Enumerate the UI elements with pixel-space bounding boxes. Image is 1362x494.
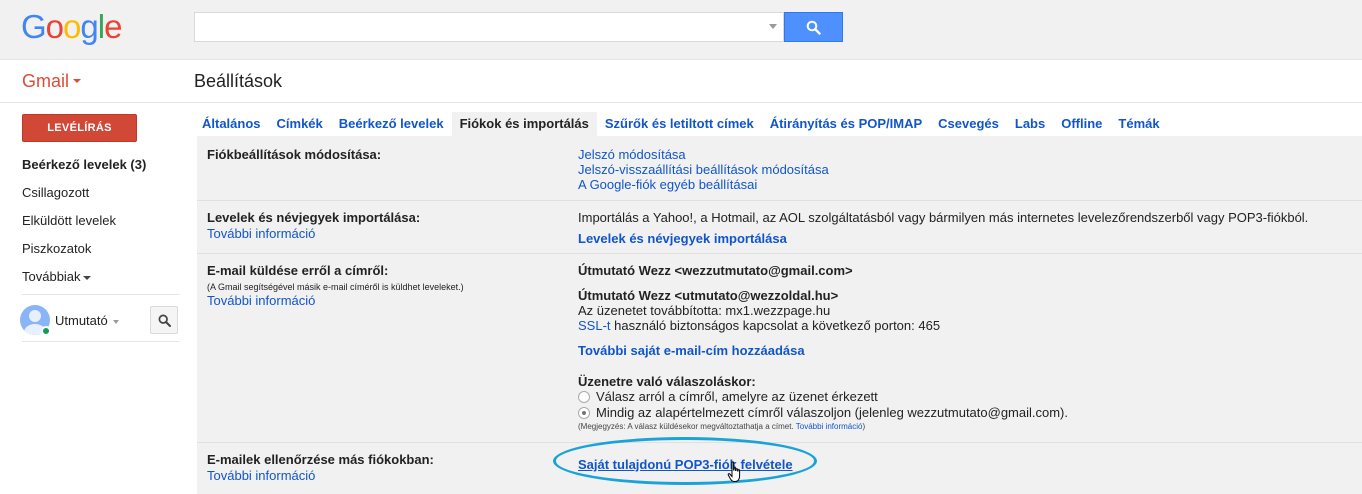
tab-labs[interactable]: Labs <box>1007 112 1053 136</box>
page-title: Beállítások <box>194 71 283 91</box>
search-options-chevron-icon[interactable] <box>769 24 777 29</box>
settings-row-import: Levelek és névjegyek importálása: Tovább… <box>197 200 1362 253</box>
sidebar-divider <box>22 341 179 342</box>
chevron-down-icon <box>82 275 91 280</box>
search-button[interactable] <box>784 12 843 42</box>
sidebar-item-drafts[interactable]: Piszkozatok <box>0 235 180 263</box>
gmail-menu[interactable]: Gmail <box>22 70 82 92</box>
sidebar-item-label: Beérkező levelek (3) <box>22 157 147 172</box>
reply-option-default[interactable]: Mindig az alapértelmezett címről válaszo… <box>578 405 1358 421</box>
google-account-settings-link[interactable]: A Google-fiók egyéb beállításai <box>578 177 1358 192</box>
chat-user-row: Utmutató <box>20 305 180 336</box>
tab-accounts-import[interactable]: Fiókok és importálás <box>451 112 597 136</box>
search-box[interactable] <box>194 12 784 42</box>
sidebar-item-more[interactable]: Továbbiak <box>0 263 180 291</box>
chevron-down-icon <box>73 78 82 83</box>
reply-note-end: ) <box>862 422 866 431</box>
ssl-link[interactable]: SSL-t <box>578 318 611 333</box>
reply-note-text: (Megjegyzés: A válasz küldésekor megvált… <box>578 422 794 431</box>
send-as-address-primary: Útmutató Wezz <wezzutmutato@gmail.com> <box>578 263 853 278</box>
gmail-label: Gmail <box>22 71 70 91</box>
radio-button[interactable] <box>578 391 590 403</box>
sidebar-nav: Beérkező levelek (3) Csillagozott Elküld… <box>0 151 180 291</box>
learn-more-link[interactable]: További információ <box>796 422 863 431</box>
learn-more-link[interactable]: További információ <box>207 468 567 483</box>
sidebar-item-sent[interactable]: Elküldött levelek <box>0 207 180 235</box>
sidebar-item-label: Elküldött levelek <box>22 213 116 228</box>
sidebar-item-inbox[interactable]: Beérkező levelek (3) <box>0 151 180 179</box>
tab-filters[interactable]: Szűrők és letiltott címek <box>597 112 762 136</box>
row-label: Levelek és névjegyek importálása: <box>207 210 421 225</box>
reply-heading: Üzenetre való válaszoláskor: <box>578 374 756 389</box>
chat-user-label: Utmutató <box>55 313 108 328</box>
send-as-address-secondary: Útmutató Wezz <utmutato@wezzoldal.hu> <box>578 288 839 303</box>
logo-letter: o <box>63 8 81 45</box>
tab-themes[interactable]: Témák <box>1110 112 1167 136</box>
logo-letter: G <box>21 8 47 45</box>
radio-label: Mindig az alapértelmezett címről válaszo… <box>596 405 1068 420</box>
chat-user-name[interactable]: Utmutató <box>55 313 119 328</box>
import-mail-contacts-link[interactable]: Levelek és névjegyek importálása <box>578 231 1358 246</box>
settings-row-check-mail: E-mailek ellenőrzése más fiókokban: Tová… <box>197 442 1362 494</box>
row-label: Fiókbeállítások módosítása: <box>207 147 382 162</box>
sidebar-divider <box>22 294 179 295</box>
reply-option-received[interactable]: Válasz arról a címről, amelyre az üzenet… <box>578 389 1358 405</box>
ssl-text: használó biztonságos kapcsolat a követke… <box>610 318 941 333</box>
logo-letter: o <box>45 8 64 45</box>
import-description: Importálás a Yahoo!, a Hotmail, az AOL s… <box>578 210 1309 225</box>
add-pop3-account-link[interactable]: Saját tulajdonú POP3-fiók felvétele <box>578 457 1358 472</box>
tab-labels[interactable]: Címkék <box>269 112 331 136</box>
radio-button-selected[interactable] <box>578 407 590 419</box>
learn-more-link[interactable]: További információ <box>207 226 567 241</box>
sidebar-item-label: Piszkozatok <box>22 241 92 256</box>
password-recovery-link[interactable]: Jelszó-visszaállítási beállítások módosí… <box>578 162 1358 177</box>
search-icon <box>806 20 821 35</box>
settings-panel: Fiókbeállítások módosítása: Jelszó módos… <box>197 136 1362 494</box>
tab-general[interactable]: Általános <box>194 112 269 136</box>
send-as-note: (A Gmail segítségével másik e-mail címér… <box>207 282 464 292</box>
settings-row-send-as: E-mail küldése erről a címről: (A Gmail … <box>197 253 1362 442</box>
top-bar: Google <box>0 0 1362 60</box>
radio-label: Válasz arról a címről, amelyre az üzenet… <box>596 389 878 404</box>
header-divider <box>0 102 1362 103</box>
tab-chat[interactable]: Csevegés <box>930 112 1007 136</box>
add-email-address-link[interactable]: További saját e-mail-cím hozzáadása <box>578 343 1358 358</box>
logo-letter: e <box>104 8 122 45</box>
search-input[interactable] <box>195 13 755 41</box>
row-label: E-mail küldése erről a címről: <box>207 263 389 278</box>
tab-forwarding-pop-imap[interactable]: Átirányítás és POP/IMAP <box>762 112 930 136</box>
change-password-link[interactable]: Jelszó módosítása <box>578 147 1358 162</box>
settings-tabs: Általános Címkék Beérkező levelek Fiókok… <box>194 112 1168 136</box>
learn-more-link[interactable]: További információ <box>207 293 567 308</box>
row-label: E-mailek ellenőrzése más fiókokban: <box>207 452 434 467</box>
chevron-down-icon <box>112 319 119 324</box>
logo-letter: g <box>80 8 98 45</box>
sidebar-item-label: Csillagozott <box>22 185 90 200</box>
settings-row-account: Fiókbeállítások módosítása: Jelszó módos… <box>197 136 1362 200</box>
reply-note: (Megjegyzés: A válasz küldésekor megvált… <box>578 421 1358 432</box>
chat-search-button[interactable] <box>150 306 178 334</box>
sidebar-item-label: Továbbiak <box>22 269 81 284</box>
compose-button[interactable]: LEVÉLÍRÁS <box>22 114 137 142</box>
tab-inbox[interactable]: Beérkező levelek <box>331 112 452 136</box>
online-status-icon <box>41 326 51 336</box>
forwarded-by-text: Az üzenetet továbbította: mx1.wezzpage.h… <box>578 303 831 318</box>
tab-offline[interactable]: Offline <box>1053 112 1110 136</box>
ssl-info: SSL-t használó biztonságos kapcsolat a k… <box>578 318 1358 333</box>
sidebar-item-starred[interactable]: Csillagozott <box>0 179 180 207</box>
search-icon <box>158 314 171 327</box>
google-logo[interactable]: Google <box>21 8 122 45</box>
